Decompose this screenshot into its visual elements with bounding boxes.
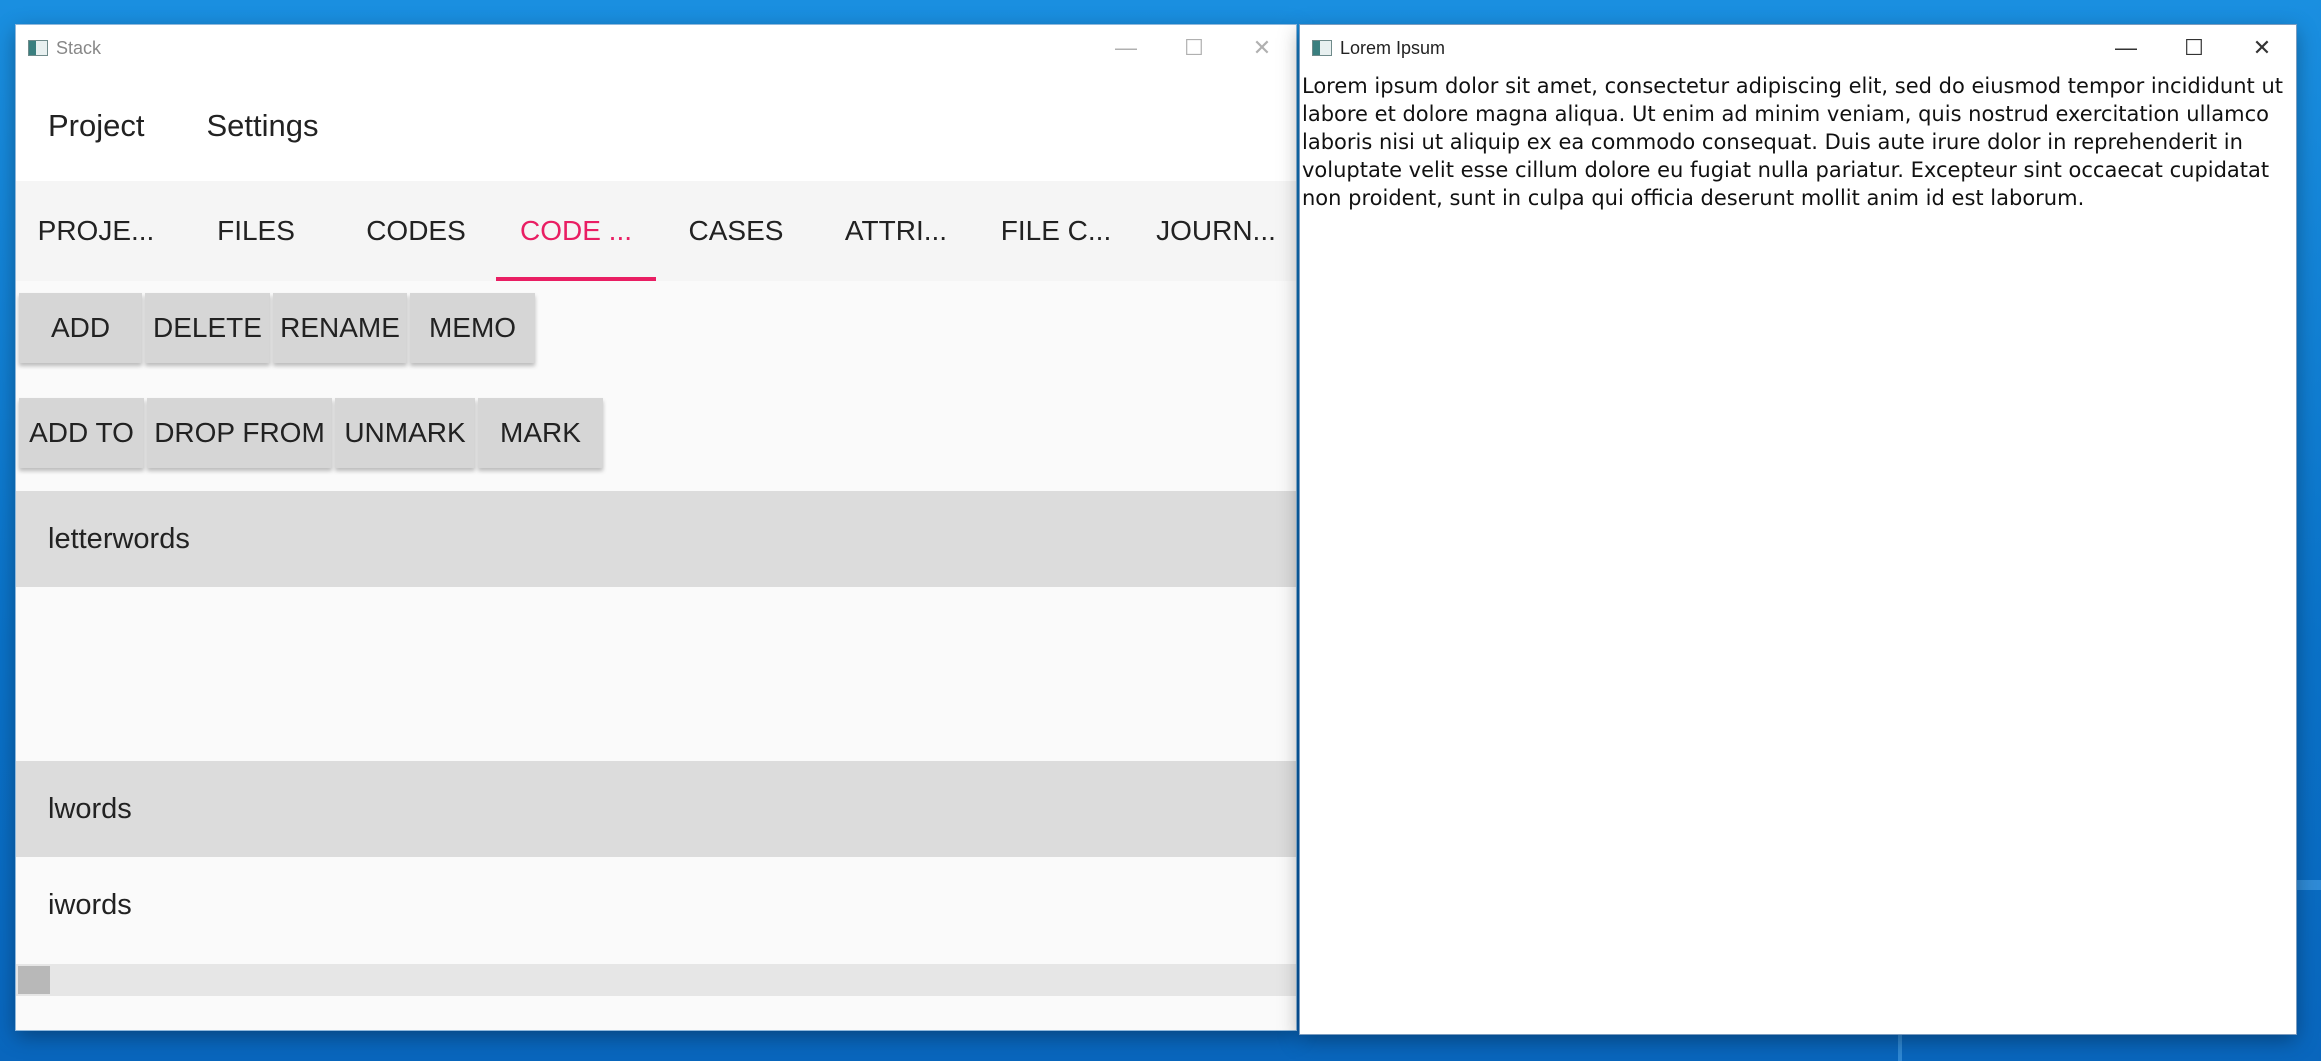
stack-window[interactable]: Stack — ☐ ✕ Project Settings PROJE... FI… [16, 25, 1296, 1030]
tab-bar: PROJE... FILES CODES CODE ... CASES ATTR… [16, 181, 1296, 281]
menu-project[interactable]: Project [48, 108, 144, 144]
app-window-icon [28, 40, 48, 56]
code-list: letterwords lwords iwords [16, 491, 1296, 953]
drop-from-button[interactable]: DROP FROM [147, 398, 332, 468]
rename-button[interactable]: RENAME [273, 293, 407, 363]
tab-cases[interactable]: CASES [656, 181, 816, 281]
list-item[interactable]: lwords [16, 761, 1296, 857]
menu-settings[interactable]: Settings [206, 108, 318, 144]
window-controls: — ☐ ✕ [2092, 25, 2296, 71]
window-controls: — ☐ ✕ [1092, 25, 1296, 71]
lorem-text: Lorem ipsum dolor sit amet, consectetur … [1302, 74, 2283, 210]
close-icon[interactable]: ✕ [2228, 25, 2296, 71]
desktop-light-streak [1898, 1034, 1902, 1061]
tab-file-categories[interactable]: FILE C... [976, 181, 1136, 281]
window-title: Lorem Ipsum [1340, 37, 1446, 58]
minimize-icon[interactable]: — [1092, 25, 1160, 71]
stack-titlebar[interactable]: Stack — ☐ ✕ [16, 25, 1296, 71]
lorem-window[interactable]: Lorem Ipsum — ☐ ✕ Lorem ipsum dolor sit … [1300, 25, 2296, 1034]
maximize-icon[interactable]: ☐ [2160, 25, 2228, 71]
delete-button[interactable]: DELETE [145, 293, 270, 363]
add-to-button[interactable]: ADD TO [19, 398, 144, 468]
tab-journals[interactable]: JOURN... [1136, 181, 1296, 281]
tab-code-active[interactable]: CODE ... [496, 181, 656, 281]
close-icon[interactable]: ✕ [1228, 25, 1296, 71]
list-item[interactable]: letterwords [16, 491, 1296, 587]
menu-bar: Project Settings [16, 71, 1296, 181]
maximize-icon[interactable]: ☐ [1160, 25, 1228, 71]
app-window-icon [1312, 40, 1332, 56]
desktop-light-streak [2296, 880, 2321, 890]
lorem-titlebar[interactable]: Lorem Ipsum — ☐ ✕ [1300, 25, 2296, 71]
memo-button[interactable]: MEMO [410, 293, 535, 363]
add-button[interactable]: ADD [19, 293, 142, 363]
window-title: Stack [56, 37, 102, 58]
action-button-row: ADD DELETE RENAME MEMO [19, 293, 538, 363]
horizontal-scrollbar[interactable] [16, 964, 1296, 996]
minimize-icon[interactable]: — [2092, 25, 2160, 71]
unmark-button[interactable]: UNMARK [335, 398, 475, 468]
tab-files[interactable]: FILES [176, 181, 336, 281]
tab-codes[interactable]: CODES [336, 181, 496, 281]
tab-project[interactable]: PROJE... [16, 181, 176, 281]
list-item[interactable]: iwords [16, 857, 1296, 953]
marking-button-row: ADD TO DROP FROM UNMARK MARK [19, 398, 606, 468]
mark-button[interactable]: MARK [478, 398, 603, 468]
scrollbar-thumb[interactable] [18, 966, 50, 994]
list-empty-area [16, 587, 1296, 761]
tab-attributes[interactable]: ATTRI... [816, 181, 976, 281]
